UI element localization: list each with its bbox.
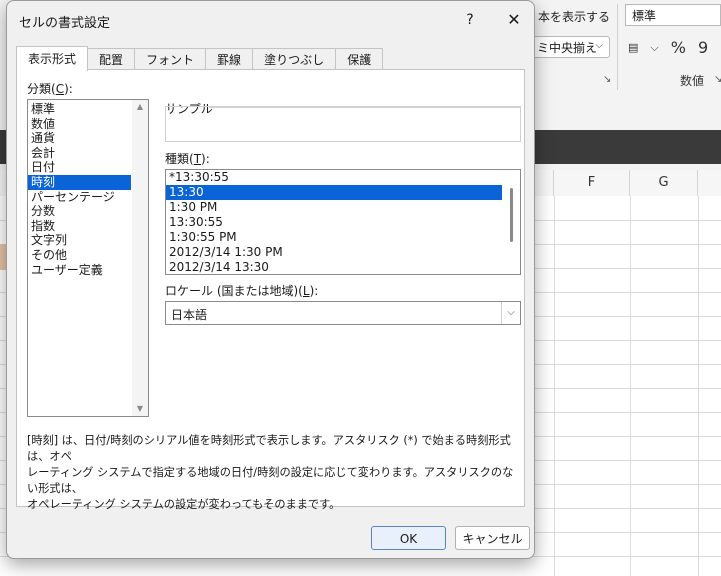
- tab-font[interactable]: フォント: [134, 48, 207, 71]
- chevron-down-icon[interactable]: ⌵: [501, 302, 520, 324]
- number-format-select[interactable]: 標準: [625, 4, 721, 26]
- merge-center-label: ミ中央揃え: [537, 40, 598, 55]
- ok-button[interactable]: OK: [371, 526, 446, 550]
- format-description: [時刻] は、日付/時刻のシリアル値を時刻形式で表示します。アスタリスク (*)…: [27, 434, 514, 511]
- dialog-title: セルの書式設定: [19, 16, 111, 31]
- sample-preview: [165, 106, 521, 142]
- category-item[interactable]: 文字列: [28, 233, 131, 248]
- format-cells-dialog: セルの書式設定 ? ✕ 表示形式 配置 フォント 罫線 塗りつぶし 保護 分類(…: [6, 0, 535, 559]
- category-item[interactable]: ユーザー定義: [28, 263, 131, 278]
- type-scrollbar[interactable]: [505, 170, 519, 274]
- number-tab-panel: 分類(C): 標準 数値 通貨 会計 日付 時刻 パーセンテージ 分数 指数 文…: [16, 69, 525, 511]
- chevron-down-icon[interactable]: ⌵: [595, 40, 603, 51]
- type-item[interactable]: 13:30:55: [166, 215, 502, 230]
- cancel-button[interactable]: キャンセル: [455, 526, 530, 550]
- tab-bar: 表示形式 配置 フォント 罫線 塗りつぶし 保護: [16, 46, 384, 71]
- category-item-selected[interactable]: 時刻: [28, 174, 131, 190]
- alignment-launcher-icon[interactable]: ↘: [603, 74, 611, 85]
- column-header-partial[interactable]: [534, 170, 554, 196]
- type-item[interactable]: 2012/3/14 1:30 PM: [166, 245, 502, 260]
- close-icon[interactable]: ✕: [503, 9, 525, 31]
- column-header-f[interactable]: F: [554, 170, 630, 196]
- tab-border[interactable]: 罫線: [205, 48, 254, 71]
- category-item[interactable]: 標準: [28, 102, 131, 117]
- category-item[interactable]: 指数: [28, 219, 131, 234]
- type-item[interactable]: 2012/3/14 13:30: [166, 260, 502, 274]
- column-header-g[interactable]: G: [630, 170, 698, 196]
- type-label: 種類(T):: [165, 152, 210, 166]
- comma-style-button[interactable]: 9: [698, 38, 708, 57]
- number-tools: ▤ ⌵ % 9: [628, 38, 708, 57]
- category-list[interactable]: 標準 数値 通貨 会計 日付 時刻 パーセンテージ 分数 指数 文字列 その他 …: [27, 99, 149, 417]
- category-item[interactable]: 日付: [28, 160, 131, 175]
- percent-style-button[interactable]: %: [671, 38, 686, 57]
- category-scrollbar[interactable]: ▲ ▼: [132, 100, 148, 416]
- scrollbar-thumb[interactable]: [510, 188, 513, 242]
- category-item[interactable]: 会計: [28, 146, 131, 161]
- type-item[interactable]: 1:30 PM: [166, 200, 502, 215]
- category-item[interactable]: その他: [28, 248, 131, 263]
- chevron-down-icon[interactable]: ⌵: [650, 41, 658, 55]
- locale-select[interactable]: 日本語 ⌵: [165, 301, 521, 325]
- type-item[interactable]: *13:30:55: [166, 170, 502, 185]
- tab-number[interactable]: 表示形式: [16, 46, 89, 71]
- locale-value: 日本語: [171, 308, 208, 322]
- number-launcher-icon[interactable]: ↘: [714, 74, 721, 85]
- help-button[interactable]: ?: [459, 9, 481, 31]
- category-label: 分類(C):: [27, 82, 73, 96]
- ribbon-divider: [617, 4, 618, 90]
- scroll-up-icon[interactable]: ▲: [132, 100, 148, 114]
- currency-format-icon[interactable]: ▤: [628, 41, 638, 54]
- category-item[interactable]: パーセンテージ: [28, 190, 131, 205]
- type-list[interactable]: *13:30:55 13:30 1:30 PM 13:30:55 1:30:55…: [165, 169, 521, 275]
- type-item-selected[interactable]: 13:30: [166, 185, 502, 200]
- category-item[interactable]: 通貨: [28, 131, 131, 146]
- category-item[interactable]: 分数: [28, 204, 131, 219]
- scroll-down-icon[interactable]: ▼: [132, 402, 148, 416]
- tab-fill[interactable]: 塗りつぶし: [252, 48, 337, 71]
- number-group-label: 数値: [680, 74, 705, 88]
- type-item[interactable]: 1:30:55 PM: [166, 230, 502, 245]
- locale-label: ロケール (国または地域)(L):: [165, 284, 319, 298]
- wrap-text-button[interactable]: 本を表示する: [538, 8, 610, 25]
- tab-protection[interactable]: 保護: [335, 48, 384, 71]
- tab-alignment[interactable]: 配置: [87, 48, 136, 71]
- category-item[interactable]: 数値: [28, 117, 131, 132]
